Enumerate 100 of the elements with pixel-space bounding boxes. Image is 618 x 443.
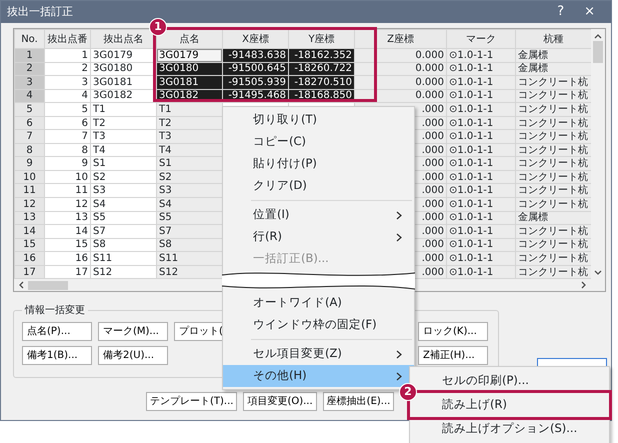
table-cell: -18270.510	[288, 76, 354, 90]
dialog-button[interactable]: 項目変更(O)...	[243, 392, 317, 412]
table-cell: S7	[156, 224, 222, 238]
scroll-thumb[interactable]	[593, 41, 603, 63]
option-button[interactable]: ロック(K)...	[418, 322, 488, 342]
table-cell: コンクリート杭	[516, 238, 592, 252]
table-cell: 16	[44, 252, 90, 266]
table-cell: T2	[156, 116, 222, 130]
row-header[interactable]: 15	[14, 238, 44, 252]
column-header[interactable]: X座標	[222, 30, 288, 48]
table-cell: T3	[90, 130, 156, 144]
row-header[interactable]: 1	[14, 48, 44, 62]
table-cell: コンクリート杭	[516, 184, 592, 198]
row-header[interactable]: 10	[14, 170, 44, 184]
table-cell: 12	[44, 198, 90, 212]
table-cell: ⊙1.0-1-1	[446, 224, 516, 238]
table-cell: コンクリート杭	[516, 170, 592, 184]
column-header[interactable]: Z座標	[354, 30, 446, 48]
table-cell: 13	[44, 211, 90, 225]
close-button[interactable]: ×	[574, 2, 605, 22]
scroll-up-icon[interactable]	[594, 33, 602, 39]
column-header[interactable]: マーク	[446, 30, 516, 48]
row-header[interactable]: 6	[14, 116, 44, 130]
table-cell: 14	[44, 224, 90, 238]
window-title: 抜出一括訂正	[7, 4, 74, 20]
table-cell: ⊙1.0-1-1	[446, 184, 516, 198]
column-header[interactable]: 抜出点名	[90, 30, 156, 48]
table-cell: 6	[44, 116, 90, 130]
table-cell: S3	[156, 184, 222, 198]
table-cell: コンクリート杭	[516, 102, 592, 116]
table-cell: コンクリート杭	[516, 224, 592, 238]
row-header[interactable]: 17	[14, 265, 44, 279]
help-button[interactable]: ?	[547, 2, 574, 22]
table-cell: -91483.638	[222, 48, 288, 62]
row-header[interactable]: 12	[14, 198, 44, 212]
scroll-thumb[interactable]	[28, 280, 68, 290]
row-header[interactable]: 11	[14, 184, 44, 198]
table-cell: 3G0182	[90, 89, 156, 103]
vertical-scrollbar[interactable]	[591, 29, 605, 280]
column-header[interactable]: 杭種	[516, 30, 592, 48]
table-cell: 3G0179	[156, 48, 222, 62]
scroll-right-icon[interactable]	[581, 281, 587, 290]
row-header[interactable]: 13	[14, 211, 44, 225]
table-cell: S11	[156, 252, 222, 266]
table-cell: T4	[156, 143, 222, 157]
table-cell: S12	[156, 265, 222, 279]
table-cell: 3G0180	[90, 62, 156, 76]
table-cell: ⊙1.0-1-1	[446, 170, 516, 184]
dialog-button[interactable]: テンプレート(T)...	[146, 392, 238, 412]
table-cell: ⊙1.0-1-1	[446, 211, 516, 225]
row-header[interactable]: 8	[14, 143, 44, 157]
menu-item[interactable]: セル項目変更(Z)	[223, 343, 414, 365]
table-cell: コンクリート杭	[516, 116, 592, 130]
option-button[interactable]: 備考2(U)...	[98, 346, 168, 366]
option-button[interactable]: Z補正(H)...	[418, 346, 488, 366]
option-button[interactable]: マーク(M)...	[98, 322, 168, 342]
column-header[interactable]: No.	[14, 30, 44, 48]
table-cell: 3G0181	[156, 76, 222, 90]
scroll-down-icon[interactable]	[594, 270, 602, 276]
table-cell: S8	[156, 238, 222, 252]
table-cell: S8	[90, 238, 156, 252]
row-header[interactable]: 9	[14, 156, 44, 170]
menu-item[interactable]: 読み上げオプション(S)...	[410, 417, 609, 441]
table-cell: T1	[156, 102, 222, 116]
table-cell: 15	[44, 238, 90, 252]
table-cell: S5	[156, 211, 222, 225]
dialog-button[interactable]: 座標抽出(E)...	[322, 392, 394, 412]
menu-item[interactable]: その他(H)	[223, 365, 414, 387]
table-cell: ⊙1.0-1-1	[446, 102, 516, 116]
option-button[interactable]: 備考1(B)...	[22, 346, 92, 366]
chevron-right-icon	[396, 210, 402, 220]
table-cell: ⊙1.0-1-1	[446, 198, 516, 212]
table-cell: -91500.645	[222, 62, 288, 76]
row-header[interactable]: 4	[14, 89, 44, 103]
row-header[interactable]: 5	[14, 102, 44, 116]
table-cell: -18260.722	[288, 62, 354, 76]
table-cell: 4	[44, 89, 90, 103]
row-header[interactable]: 2	[14, 62, 44, 76]
table-cell: 9	[44, 156, 90, 170]
table-cell: ⊙1.0-1-1	[446, 156, 516, 170]
table-cell: コンクリート杭	[516, 76, 592, 90]
column-header[interactable]: 点名	[156, 30, 222, 48]
menu-item[interactable]: オートワイド(A)	[223, 292, 414, 314]
table-cell: 金属標	[516, 211, 592, 225]
table-cell: -91505.939	[222, 76, 288, 90]
table-cell: T1	[90, 102, 156, 116]
default-button[interactable]	[537, 358, 607, 366]
row-header[interactable]: 14	[14, 224, 44, 238]
option-button[interactable]: 点名(P)...	[22, 322, 92, 342]
row-header[interactable]: 3	[14, 76, 44, 90]
row-header[interactable]: 7	[14, 130, 44, 144]
table-cell: 3G0180	[156, 62, 222, 76]
column-header[interactable]: Y座標	[288, 30, 354, 48]
table-cell: 11	[44, 184, 90, 198]
table-cell: コンクリート杭	[516, 143, 592, 157]
table-cell: ⊙1.0-1-1	[446, 252, 516, 266]
table-cell: 7	[44, 130, 90, 144]
scroll-left-icon[interactable]	[18, 281, 24, 290]
column-header[interactable]: 抜出点番	[44, 30, 90, 48]
row-header[interactable]: 16	[14, 252, 44, 266]
